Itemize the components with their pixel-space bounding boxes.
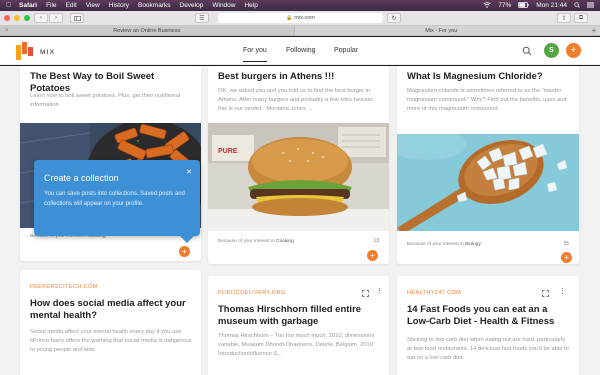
card-title[interactable]: How does social media affect your mental… (30, 298, 193, 322)
reader-button[interactable]: ☰ (195, 13, 209, 23)
like-count: 13 (373, 238, 379, 244)
mix-header: MIX For you Following Popular S + (0, 37, 600, 65)
menu-develop[interactable]: Develop (180, 2, 204, 9)
card-title[interactable]: Best burgers in Athens !!! (218, 71, 381, 83)
more-options-icon[interactable]: ⋮ (559, 288, 566, 295)
tab-label: Review an Online Business (113, 27, 181, 34)
feed-card[interactable]: PUBLICDELIVERY.ORG ⋮ Thomas Hirschhorn f… (208, 276, 389, 375)
card-excerpt: Social media affect your mental health e… (30, 329, 192, 353)
tooltip-body: You can save posts into collections. Sav… (44, 191, 185, 207)
svg-text:PURE: PURE (218, 148, 238, 155)
battery-percent: 77% (498, 2, 512, 9)
tooltip-title: Create a collection (44, 173, 119, 183)
sidebar-icon (73, 15, 81, 21)
menu-file[interactable]: File (46, 2, 56, 9)
tab-label: Mix - For you (425, 27, 458, 34)
card-excerpt: Sticking to low-carb diet when eating ou… (407, 337, 569, 361)
apple-icon[interactable]:  (6, 2, 13, 9)
back-button[interactable]: ‹ (34, 13, 48, 23)
minimize-window-icon[interactable] (14, 15, 20, 21)
wifi-icon[interactable] (483, 1, 492, 10)
menu-window[interactable]: Window (212, 2, 235, 9)
menu-history[interactable]: History (109, 2, 129, 9)
card-reason: Because of your interest in Biology (407, 242, 481, 247)
card-title[interactable]: 14 Fast Foods you can eat an a Low-Carb … (407, 304, 571, 328)
card-title[interactable]: Thomas Hirschhorn filled entire museum w… (218, 304, 381, 328)
avatar[interactable]: S (544, 43, 559, 58)
close-window-icon[interactable] (4, 15, 10, 21)
create-collection-tooltip: ✕ Create a collection You can save posts… (34, 160, 200, 243)
tab-review[interactable]: × Review an Online Business (0, 26, 295, 35)
sidebar-toggle-button[interactable] (70, 13, 84, 23)
burger-image[interactable]: PURE (208, 123, 389, 231)
feed-card[interactable]: PEEKERSCITECH.COM How does social media … (20, 270, 201, 375)
close-tab-icon[interactable]: × (5, 28, 9, 34)
search-icon[interactable] (522, 46, 532, 56)
card-excerpt: Magnesium chloride is sometimes referred… (407, 88, 567, 112)
tab-mix[interactable]: Mix - For you (295, 26, 589, 35)
card-excerpt: Learn how to boil sweet potatoes. Plus, … (30, 93, 181, 108)
new-tab-button[interactable]: + (588, 26, 600, 35)
tabs-overview-button[interactable]: ⧉ (574, 13, 588, 23)
nav-popular[interactable]: Popular (334, 47, 358, 54)
address-text: mix.com (294, 15, 315, 21)
interest-link[interactable]: Cooking (276, 239, 294, 244)
card-reason: Because of your interest in Cooking (218, 239, 294, 244)
spotlight-icon[interactable] (574, 1, 580, 10)
mix-logo-icon[interactable] (15, 41, 35, 61)
menu-help[interactable]: Help (244, 2, 257, 9)
macos-menu-bar:  Safari File Edit View History Bookmark… (0, 0, 600, 11)
forward-button[interactable]: › (49, 13, 63, 23)
card-domain[interactable]: HEALTHY247.COM (407, 290, 461, 296)
address-bar[interactable]: 🔒 mix.com (218, 13, 383, 23)
feed-card[interactable]: HEALTHY247.COM ⋮ 14 Fast Foods you can e… (397, 276, 579, 375)
menu-safari[interactable]: Safari (19, 2, 37, 9)
add-to-collection-button[interactable]: + (561, 252, 572, 263)
tab-bar: × Review an Online Business Mix - For yo… (0, 26, 600, 36)
feed-card[interactable]: What Is Magnesium Chloride? Magnesium ch… (397, 66, 579, 264)
add-to-collection-button[interactable]: + (367, 250, 378, 261)
reload-button[interactable]: ↻ (387, 13, 401, 23)
nav-for-you[interactable]: For you (243, 47, 267, 62)
menu-edit[interactable]: Edit (66, 2, 77, 9)
nav-following[interactable]: Following (286, 47, 316, 54)
lock-icon: 🔒 (286, 15, 293, 21)
card-title[interactable]: What Is Magnesium Chloride? (407, 71, 571, 83)
card-excerpt: OK, we asked you and you told us to find… (218, 88, 374, 112)
card-excerpt: Thomas Hirschhorn – Too too much much, 2… (218, 333, 375, 357)
add-to-collection-button[interactable]: + (179, 246, 190, 257)
zoom-window-icon[interactable] (24, 15, 30, 21)
magnesium-chloride-image[interactable] (397, 134, 579, 231)
interest-link[interactable]: Biology (465, 242, 481, 247)
feed-card[interactable]: Best burgers in Athens !!! OK, we asked … (208, 66, 389, 264)
card-domain[interactable]: PEEKERSCITECH.COM (30, 284, 98, 290)
close-icon[interactable]: ✕ (186, 168, 192, 176)
battery-icon[interactable] (518, 1, 529, 10)
share-button[interactable]: ⇧ (557, 13, 571, 23)
clock[interactable]: Mon 21:44 (536, 2, 567, 9)
expand-icon[interactable] (362, 290, 369, 297)
control-center-icon[interactable] (587, 2, 594, 10)
menu-bookmarks[interactable]: Bookmarks (138, 2, 171, 9)
expand-icon[interactable] (542, 290, 549, 297)
safari-toolbar: ‹ › ☰ 🔒 mix.com ↻ ⇧ ⧉ (0, 11, 600, 26)
like-count: 15 (563, 241, 569, 247)
add-button[interactable]: + (566, 43, 581, 58)
more-options-icon[interactable]: ⋮ (376, 288, 383, 295)
card-domain[interactable]: PUBLICDELIVERY.ORG (218, 290, 286, 296)
menu-view[interactable]: View (86, 2, 100, 9)
brand-name: MIX (40, 49, 56, 56)
